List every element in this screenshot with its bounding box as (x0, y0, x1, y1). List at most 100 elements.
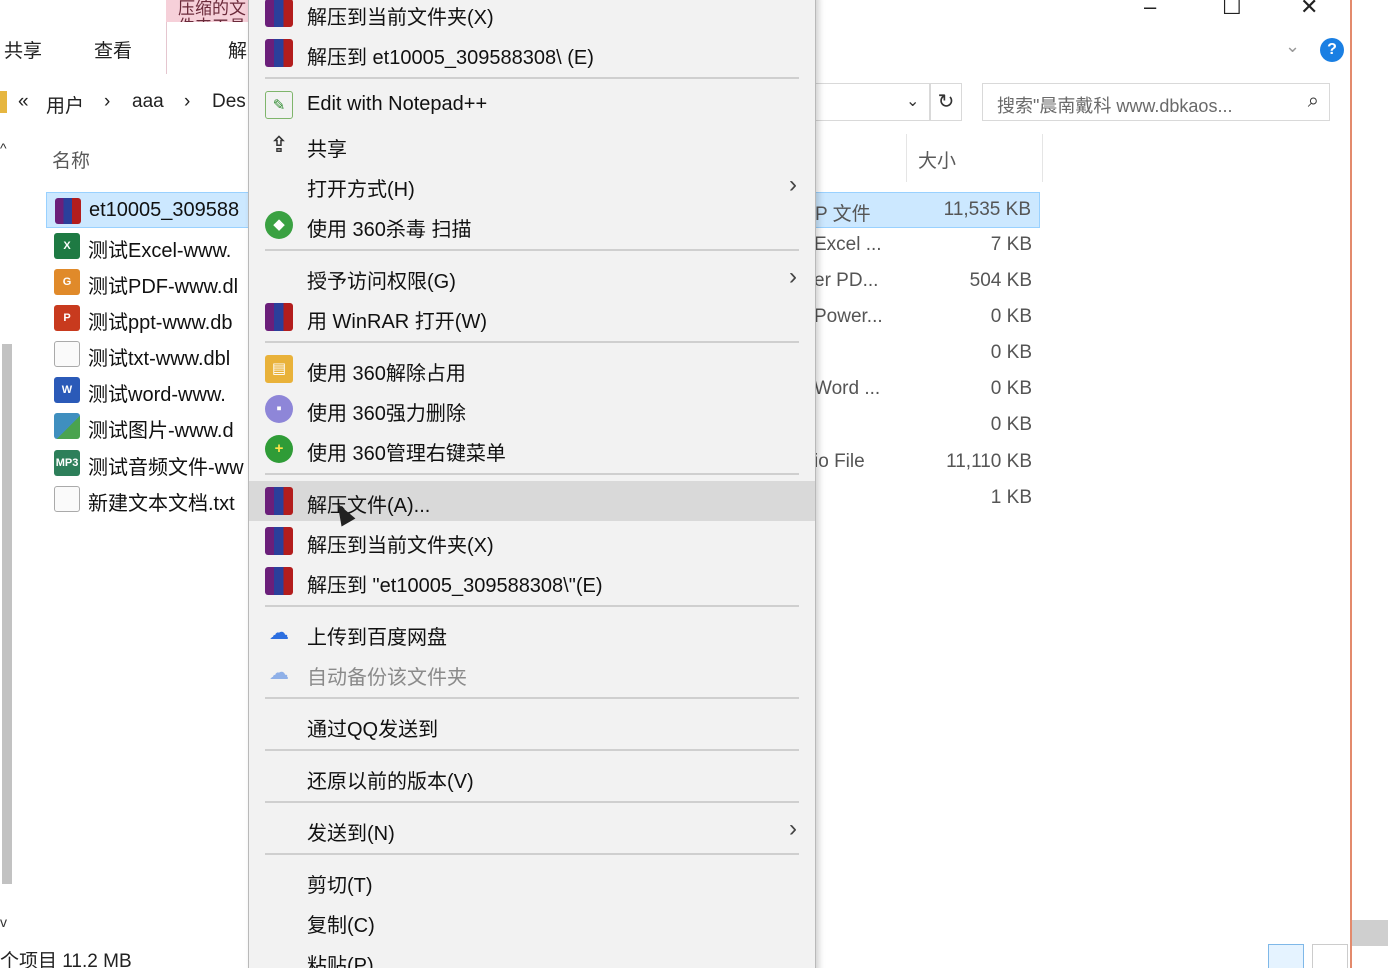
360-unlock-icon: ▤ (265, 355, 293, 383)
help-icon[interactable]: ? (1320, 38, 1344, 62)
word-icon: W (54, 377, 80, 403)
file-name: 测试图片-www.d (88, 420, 234, 442)
baidu-netdisk-icon: ☁ (269, 622, 289, 644)
menu-item-10[interactable]: + 使用 360管理右键菜单 (249, 429, 815, 469)
ribbon-expand-chevron-icon[interactable]: ⌄ (1285, 36, 1300, 57)
menu-item-label: 授予访问权限(G) (307, 271, 456, 293)
winrar-icon (265, 39, 293, 67)
menu-item-2[interactable]: ✎ Edit with Notepad++ (249, 85, 815, 125)
360-force-delete-icon: ▪ (265, 395, 293, 423)
compressed-folder-tools-tab[interactable]: 压缩的文件夹工具 (166, 0, 248, 22)
ppt-icon: P (54, 305, 80, 331)
file-type: io File (814, 451, 865, 472)
tab-share[interactable]: 共享 (4, 36, 42, 63)
file-size: 11,535 KB (943, 199, 1031, 220)
file-name: 新建文本文档.txt (88, 493, 235, 515)
menu-separator (265, 853, 799, 855)
breadcrumb-overflow[interactable]: « (18, 91, 29, 113)
menu-item-label: 使用 360管理右键菜单 (307, 443, 506, 465)
address-dropdown-icon[interactable]: ⌄ (906, 91, 919, 111)
txt-icon (54, 486, 80, 512)
menu-item-label: 还原以前的版本(V) (307, 771, 474, 793)
search-placeholder: 搜索"晨南戴科 www.dbkaos... (997, 96, 1233, 116)
minimize-icon[interactable]: – (1144, 0, 1156, 20)
menu-item-label: 复制(C) (307, 915, 375, 937)
menu-item-11[interactable]: 解压文件(A)... (249, 481, 815, 521)
file-name: 测试ppt-www.db (88, 312, 233, 334)
menu-separator (265, 341, 799, 343)
breadcrumb-users[interactable]: 用户 (46, 91, 84, 118)
menu-item-20[interactable]: 复制(C) (249, 901, 815, 941)
search-input[interactable]: 搜索"晨南戴科 www.dbkaos... ⌕ (982, 83, 1330, 121)
close-icon[interactable]: ✕ (1300, 0, 1318, 20)
column-divider[interactable] (906, 134, 907, 182)
menu-item-14[interactable]: ☁ 上传到百度网盘 (249, 613, 815, 653)
menu-item-9[interactable]: ▪ 使用 360强力删除 (249, 389, 815, 429)
menu-item-12[interactable]: 解压到当前文件夹(X) (249, 521, 815, 561)
menu-separator (265, 749, 799, 751)
column-divider[interactable] (1042, 134, 1043, 182)
menu-item-label: 发送到(N) (307, 823, 395, 845)
details-view-button[interactable] (1268, 944, 1304, 968)
menu-separator (265, 249, 799, 251)
menu-item-6[interactable]: 授予访问权限(G) › (249, 257, 815, 297)
menu-item-label: 粘贴(P) (307, 955, 374, 968)
menu-item-label: 剪切(T) (307, 875, 373, 897)
file-size: 11,110 KB (946, 451, 1032, 472)
refresh-button[interactable]: ↻ (930, 83, 962, 121)
menu-item-8[interactable]: ▤ 使用 360解除占用 (249, 349, 815, 389)
maximize-icon[interactable]: ☐ (1222, 0, 1242, 20)
scroll-down-icon[interactable]: v (0, 914, 7, 930)
breadcrumb-separator-icon[interactable]: › (104, 91, 110, 113)
breadcrumb-desktop[interactable]: Des (212, 91, 246, 113)
menu-separator (265, 697, 799, 699)
column-header-size[interactable]: 大小 (918, 146, 956, 173)
menu-item-0[interactable]: 解压到当前文件夹(X) (249, 0, 815, 33)
menu-item-label: 上传到百度网盘 (307, 627, 447, 649)
menu-item-19[interactable]: 剪切(T) (249, 861, 815, 901)
winrar-icon (265, 567, 293, 595)
nav-pane-scrollbar[interactable]: ^ v (0, 134, 14, 934)
menu-item-label: 使用 360解除占用 (307, 363, 466, 385)
menu-item-label: 自动备份该文件夹 (307, 667, 467, 689)
file-type: er PD... (814, 270, 879, 291)
audio-icon: MP3 (54, 450, 80, 476)
scroll-up-icon[interactable]: ^ (0, 140, 7, 156)
breadcrumb-aaa[interactable]: aaa (132, 91, 164, 113)
tab-extract[interactable]: 解 (228, 36, 247, 63)
winrar-icon (265, 487, 293, 515)
file-name: 测试txt-www.dbl (88, 348, 231, 370)
excel-icon: X (54, 233, 80, 259)
menu-item-1[interactable]: 解压到 et10005_309588308\ (E) (249, 33, 815, 73)
menu-item-13[interactable]: 解压到 "et10005_309588308\"(E) (249, 561, 815, 601)
menu-item-16[interactable]: 通过QQ发送到 (249, 705, 815, 745)
breadcrumb-separator-icon[interactable]: › (184, 91, 190, 113)
file-type: Power... (814, 306, 883, 327)
menu-item-5[interactable]: ◆ 使用 360杀毒 扫描 (249, 205, 815, 245)
refresh-icon: ↻ (937, 91, 955, 113)
menu-item-4[interactable]: 打开方式(H) › (249, 165, 815, 205)
menu-separator (265, 605, 799, 607)
menu-item-label: 用 WinRAR 打开(W) (307, 311, 487, 333)
scrollbar-thumb[interactable] (2, 344, 12, 884)
menu-item-18[interactable]: 发送到(N) › (249, 809, 815, 849)
winrar-icon (265, 303, 293, 331)
search-icon[interactable]: ⌕ (1308, 90, 1319, 113)
rar-icon (55, 198, 81, 224)
menu-item-21[interactable]: 粘贴(P) (249, 941, 815, 968)
menu-item-label: 解压到 "et10005_309588308\"(E) (307, 575, 603, 597)
txt-icon (54, 341, 80, 367)
tab-view[interactable]: 查看 (94, 36, 132, 63)
winrar-icon (265, 0, 293, 27)
file-name: 测试音频文件-ww (88, 457, 244, 479)
context-menu: 解压到当前文件夹(X) 解压到 et10005_309588308\ (E) ✎ Ed… (248, 0, 816, 968)
baidu-netdisk-icon: ☁ (269, 662, 289, 684)
column-header-name[interactable]: 名称 (52, 146, 90, 173)
large-icons-view-button[interactable] (1312, 944, 1348, 968)
file-size: 504 KB (969, 270, 1032, 291)
menu-item-15: ☁ 自动备份该文件夹 (249, 653, 815, 693)
menu-item-3[interactable]: ⇪ 共享 (249, 125, 815, 165)
menu-item-17[interactable]: 还原以前的版本(V) (249, 757, 815, 797)
notepad-plus-plus-icon: ✎ (265, 91, 293, 119)
menu-item-7[interactable]: 用 WinRAR 打开(W) (249, 297, 815, 337)
